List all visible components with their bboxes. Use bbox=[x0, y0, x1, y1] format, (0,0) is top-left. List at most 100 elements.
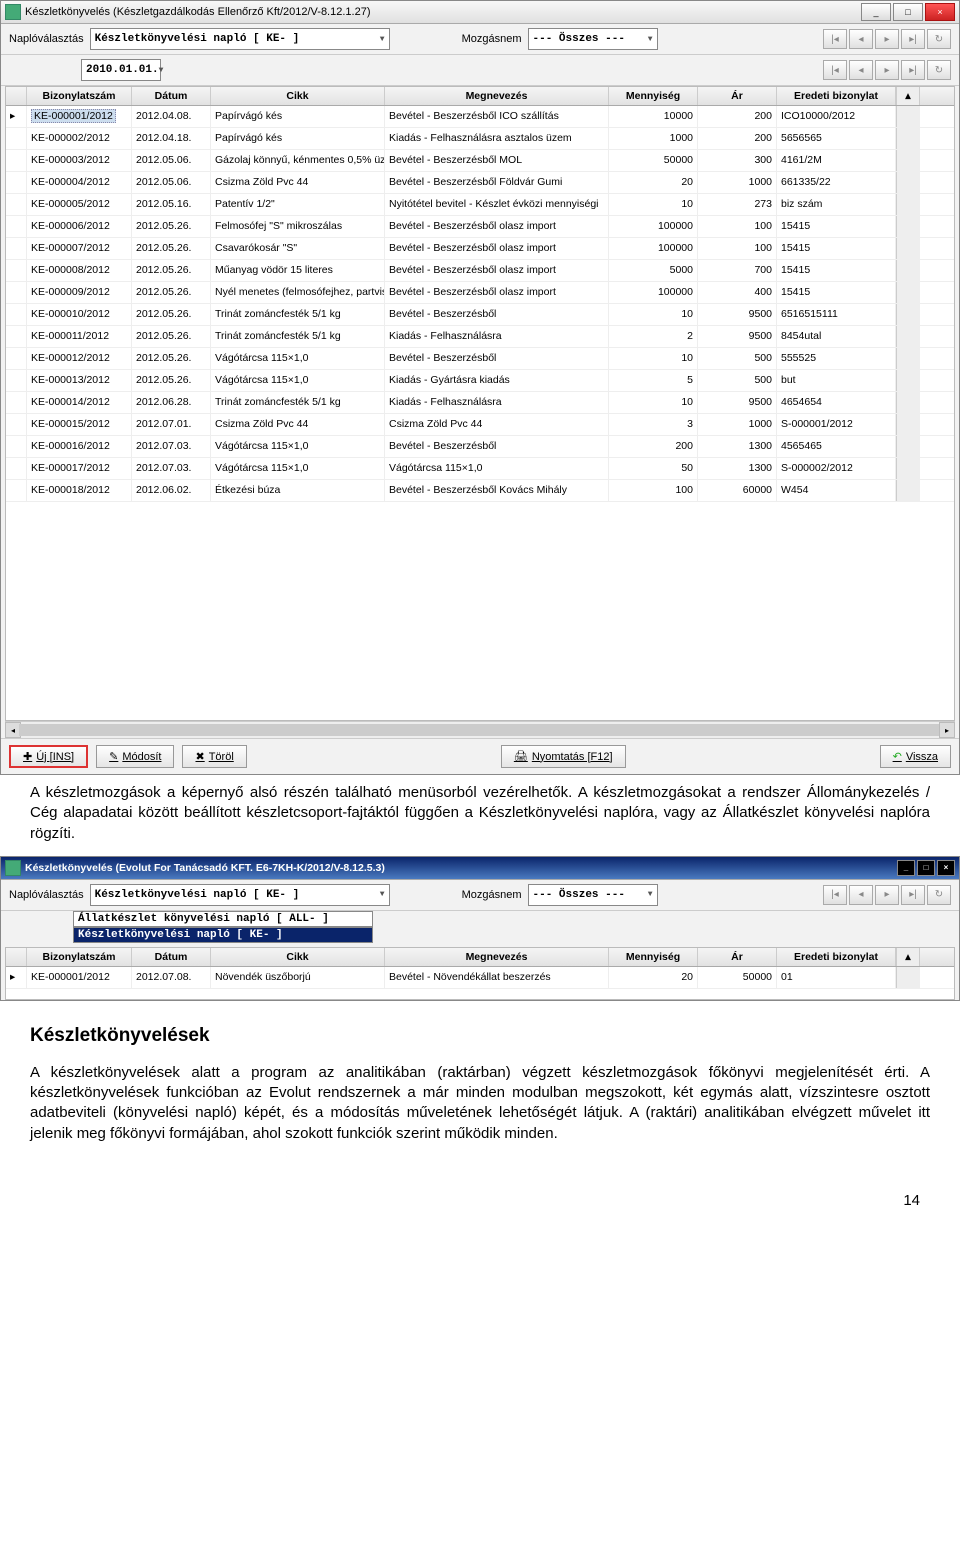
minimize-button-2[interactable]: _ bbox=[897, 860, 915, 876]
table-row[interactable]: KE-000011/20122012.05.26.Trinát zománcfe… bbox=[6, 326, 954, 348]
horizontal-scrollbar[interactable]: ◂ ▸ bbox=[5, 721, 955, 738]
cell-biz: KE-000013/2012 bbox=[27, 370, 132, 391]
nav-prev-button-2[interactable]: ◂ bbox=[849, 60, 873, 80]
dropdown-option-1[interactable]: Állatkészlet könyvelési napló [ ALL- ] bbox=[73, 911, 373, 927]
close-button-2[interactable]: × bbox=[937, 860, 955, 876]
combo-mozgas-2[interactable]: --- Összes ---▼ bbox=[528, 884, 658, 906]
cell-meg: Nyitótétel bevitel - Készlet évközi menn… bbox=[385, 194, 609, 215]
col-bizonylat-2[interactable]: Bizonylatszám bbox=[27, 948, 132, 966]
table-row[interactable]: KE-000013/20122012.05.26.Vágótárcsa 115×… bbox=[6, 370, 954, 392]
nav-first-button-3[interactable]: |◂ bbox=[823, 885, 847, 905]
nav-last-button[interactable]: ▸| bbox=[901, 29, 925, 49]
cell-biz: KE-000011/2012 bbox=[27, 326, 132, 347]
maximize-button-2[interactable]: □ bbox=[917, 860, 935, 876]
nav-prev-button-3[interactable]: ◂ bbox=[849, 885, 873, 905]
row-marker-icon bbox=[6, 436, 27, 457]
nav-next-button-2[interactable]: ▸ bbox=[875, 60, 899, 80]
table-row[interactable]: KE-000016/20122012.07.03.Vágótárcsa 115×… bbox=[6, 436, 954, 458]
row-marker-icon bbox=[6, 458, 27, 479]
combo-mozgas[interactable]: --- Összes ---▼ bbox=[528, 28, 658, 50]
cell-meg: Kiadás - Gyártásra kiadás bbox=[385, 370, 609, 391]
table-row[interactable]: KE-000018/20122012.06.02.Étkezési búzaBe… bbox=[6, 480, 954, 502]
cell-ar: 1000 bbox=[698, 414, 777, 435]
print-button[interactable]: 🖨Nyomtatás [F12] bbox=[501, 745, 626, 768]
table-row[interactable]: KE-000010/20122012.05.26.Trinát zománcfe… bbox=[6, 304, 954, 326]
minimize-button[interactable]: _ bbox=[861, 3, 891, 21]
dropdown-option-2[interactable]: Készletkönyvelési napló [ KE- ] bbox=[73, 927, 373, 943]
nav-refresh-button-2[interactable]: ↻ bbox=[927, 60, 951, 80]
combo-naplo[interactable]: Készletkönyvelési napló [ KE- ]▼ bbox=[90, 28, 390, 50]
cell-biz: KE-000016/2012 bbox=[27, 436, 132, 457]
table-row[interactable]: KE-000006/20122012.05.26.Felmosófej "S" … bbox=[6, 216, 954, 238]
cell-ered: biz szám bbox=[777, 194, 896, 215]
scroll-right-icon[interactable]: ▸ bbox=[939, 722, 955, 738]
label-naplo-2: Naplóválasztás bbox=[9, 889, 84, 901]
table-row[interactable]: KE-000015/20122012.07.01.Csizma Zöld Pvc… bbox=[6, 414, 954, 436]
delete-button[interactable]: ✖Töröl bbox=[182, 745, 246, 768]
edit-button[interactable]: ✎Módosít bbox=[96, 745, 174, 768]
table-row[interactable]: KE-000005/20122012.05.16.Patentív 1/2"Ny… bbox=[6, 194, 954, 216]
nav-first-button-2[interactable]: |◂ bbox=[823, 60, 847, 80]
cell-cikk: Felmosófej "S" mikroszálas bbox=[211, 216, 385, 237]
col-cikk-2[interactable]: Cikk bbox=[211, 948, 385, 966]
cell-ar: 1300 bbox=[698, 436, 777, 457]
col-datum-2[interactable]: Dátum bbox=[132, 948, 211, 966]
table-row[interactable]: ▸ KE-000001/2012 2012.07.08. Növendék üs… bbox=[6, 967, 954, 989]
table-row[interactable]: ▸KE-000001/20122012.04.08.Papírvágó késB… bbox=[6, 106, 954, 128]
grid-header: Bizonylatszám Dátum Cikk Megnevezés Menn… bbox=[6, 87, 954, 106]
close-button[interactable]: × bbox=[925, 3, 955, 21]
table-row[interactable]: KE-000007/20122012.05.26.Csavarókosár "S… bbox=[6, 238, 954, 260]
cell-ar: 500 bbox=[698, 370, 777, 391]
dropdown-open[interactable]: Állatkészlet könyvelési napló [ ALL- ] K… bbox=[73, 911, 959, 943]
cell-ar: 1000 bbox=[698, 172, 777, 193]
combo-date[interactable]: 2010.01.01.▼ bbox=[81, 59, 161, 81]
cell-ar: 100 bbox=[698, 238, 777, 259]
table-row[interactable]: KE-000014/20122012.06.28.Trinát zománcfe… bbox=[6, 392, 954, 414]
new-button[interactable]: ✚Új [INS] bbox=[9, 745, 88, 768]
nav-last-button-2[interactable]: ▸| bbox=[901, 60, 925, 80]
cell-biz: KE-000009/2012 bbox=[27, 282, 132, 303]
col-bizonylat[interactable]: Bizonylatszám bbox=[27, 87, 132, 105]
table-row[interactable]: KE-000002/20122012.04.18.Papírvágó késKi… bbox=[6, 128, 954, 150]
col-megnevezes-2[interactable]: Megnevezés bbox=[385, 948, 609, 966]
scroll-up-icon[interactable]: ▴ bbox=[896, 87, 920, 105]
table-row[interactable]: KE-000017/20122012.07.03.Vágótárcsa 115×… bbox=[6, 458, 954, 480]
col-ar-2[interactable]: Ár bbox=[698, 948, 777, 966]
col-eredeti-2[interactable]: Eredeti bizonylat bbox=[777, 948, 896, 966]
col-megnevezes[interactable]: Megnevezés bbox=[385, 87, 609, 105]
row-marker-icon bbox=[6, 480, 27, 501]
nav-refresh-button[interactable]: ↻ bbox=[927, 29, 951, 49]
table-row[interactable]: KE-000012/20122012.05.26.Vágótárcsa 115×… bbox=[6, 348, 954, 370]
printer-icon: 🖨 bbox=[514, 750, 528, 763]
nav-next-button-3[interactable]: ▸ bbox=[875, 885, 899, 905]
table-row[interactable]: KE-000009/20122012.05.26.Nyél menetes (f… bbox=[6, 282, 954, 304]
nav-next-button[interactable]: ▸ bbox=[875, 29, 899, 49]
table-row[interactable]: KE-000008/20122012.05.26.Műanyag vödör 1… bbox=[6, 260, 954, 282]
table-row[interactable]: KE-000003/20122012.05.06.Gázolaj könnyű,… bbox=[6, 150, 954, 172]
combo-naplo-2[interactable]: Készletkönyvelési napló [ KE- ]▼ bbox=[90, 884, 390, 906]
maximize-button[interactable]: □ bbox=[893, 3, 923, 21]
col-mennyiseg-2[interactable]: Mennyiség bbox=[609, 948, 698, 966]
scrollbar-thumb[interactable] bbox=[19, 724, 941, 736]
table-row[interactable]: KE-000004/20122012.05.06.Csizma Zöld Pvc… bbox=[6, 172, 954, 194]
col-ar[interactable]: Ár bbox=[698, 87, 777, 105]
edit-icon: ✎ bbox=[109, 750, 118, 763]
cell-biz: KE-000001/2012 bbox=[27, 106, 132, 127]
nav-refresh-button-3[interactable]: ↻ bbox=[927, 885, 951, 905]
cell-ar: 273 bbox=[698, 194, 777, 215]
scroll-up-icon-2[interactable]: ▴ bbox=[896, 948, 920, 966]
cell-meg: Kiadás - Felhasználásra asztalos üzem bbox=[385, 128, 609, 149]
col-datum[interactable]: Dátum bbox=[132, 87, 211, 105]
col-cikk[interactable]: Cikk bbox=[211, 87, 385, 105]
cell-cikk: Vágótárcsa 115×1,0 bbox=[211, 348, 385, 369]
row-marker-icon bbox=[6, 216, 27, 237]
cell-ar: 100 bbox=[698, 216, 777, 237]
nav-first-button[interactable]: |◂ bbox=[823, 29, 847, 49]
back-button[interactable]: ↶Vissza bbox=[880, 745, 951, 768]
nav-last-button-3[interactable]: ▸| bbox=[901, 885, 925, 905]
nav-prev-button[interactable]: ◂ bbox=[849, 29, 873, 49]
row-marker-icon bbox=[6, 194, 27, 215]
col-eredeti[interactable]: Eredeti bizonylat bbox=[777, 87, 896, 105]
cell-ered: S-000001/2012 bbox=[777, 414, 896, 435]
col-mennyiseg[interactable]: Mennyiség bbox=[609, 87, 698, 105]
